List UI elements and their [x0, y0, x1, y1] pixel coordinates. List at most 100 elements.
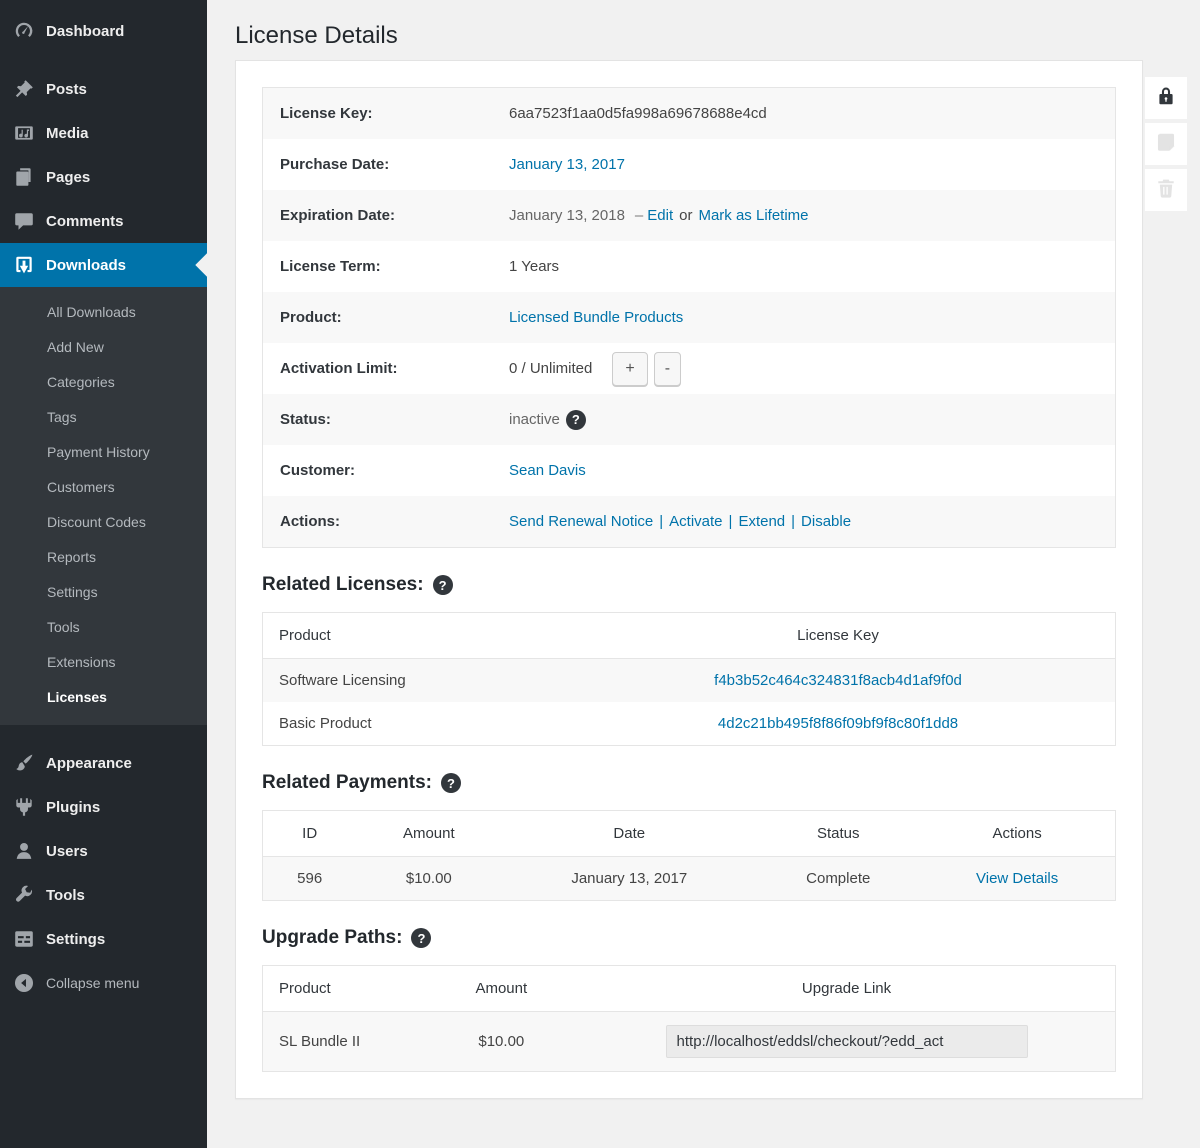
sidebar-item-dashboard[interactable]: Dashboard — [0, 9, 207, 53]
collapse-menu-button[interactable]: Collapse menu — [0, 961, 207, 1005]
related-license-key-link[interactable]: 4d2c21bb495f8f86f09bf9f8c80f1dd8 — [718, 715, 958, 732]
payment-row: 596 $10.00 January 13, 2017 Complete Vie… — [263, 857, 1116, 901]
detail-label: Expiration Date: — [263, 207, 509, 224]
column-header-date: Date — [501, 811, 757, 857]
detail-row-activation-limit: Activation Limit: 0 / Unlimited + - — [263, 343, 1115, 394]
submenu-item-customers[interactable]: Customers — [0, 470, 207, 505]
license-tab[interactable] — [1145, 77, 1187, 119]
upgrade-product-name: SL Bundle II — [263, 1012, 425, 1072]
activation-limit-value: 0 / Unlimited — [509, 360, 592, 377]
pipe-separator: | — [659, 513, 663, 530]
submenu-item-all-downloads[interactable]: All Downloads — [0, 295, 207, 330]
lock-icon — [1155, 85, 1177, 112]
detail-label: Activation Limit: — [263, 360, 509, 377]
license-side-tabs — [1145, 77, 1187, 211]
sidebar-item-tools[interactable]: Tools — [0, 873, 207, 917]
dash-separator: – — [635, 207, 643, 224]
column-header-license-key: License Key — [561, 613, 1115, 659]
related-license-row: Software Licensing f4b3b52c464c324831f8a… — [263, 659, 1116, 703]
help-icon[interactable]: ? — [566, 410, 586, 430]
detail-row-license-term: License Term: 1 Years — [263, 241, 1115, 292]
detail-row-customer: Customer: Sean Davis — [263, 445, 1115, 496]
license-details-card: License Key: 6aa7523f1aa0d5fa998a6967868… — [235, 60, 1143, 1099]
help-icon[interactable]: ? — [433, 575, 453, 595]
view-details-link[interactable]: View Details — [976, 870, 1058, 887]
detail-row-license-key: License Key: 6aa7523f1aa0d5fa998a6967868… — [263, 88, 1115, 139]
activate-link[interactable]: Activate — [669, 513, 722, 530]
sliders-icon — [13, 928, 35, 950]
license-card-wrap: License Key: 6aa7523f1aa0d5fa998a6967868… — [235, 60, 1143, 1099]
sidebar-item-appearance[interactable]: Appearance — [0, 741, 207, 785]
related-payments-heading: Related Payments: ? — [262, 772, 1116, 794]
sidebar-item-pages[interactable]: Pages — [0, 155, 207, 199]
decrease-limit-button[interactable]: - — [654, 352, 681, 386]
mark-as-lifetime-link[interactable]: Mark as Lifetime — [698, 207, 808, 224]
upgrade-amount: $10.00 — [425, 1012, 579, 1072]
help-icon[interactable]: ? — [441, 773, 461, 793]
license-details-table: License Key: 6aa7523f1aa0d5fa998a6967868… — [262, 87, 1116, 548]
detail-row-product: Product: Licensed Bundle Products — [263, 292, 1115, 343]
downloads-submenu: All Downloads Add New Categories Tags Pa… — [0, 287, 207, 725]
column-header-product: Product — [263, 613, 562, 659]
sidebar-item-posts[interactable]: Posts — [0, 67, 207, 111]
product-link[interactable]: Licensed Bundle Products — [509, 309, 683, 326]
logs-tab[interactable] — [1145, 123, 1187, 165]
payment-date: January 13, 2017 — [501, 857, 757, 901]
submenu-item-extensions[interactable]: Extensions — [0, 645, 207, 680]
payment-amount: $10.00 — [356, 857, 501, 901]
detail-label: Product: — [263, 309, 509, 326]
pipe-separator: | — [791, 513, 795, 530]
help-icon[interactable]: ? — [411, 928, 431, 948]
submenu-item-licenses[interactable]: Licenses — [0, 680, 207, 715]
submenu-item-tools[interactable]: Tools — [0, 610, 207, 645]
detail-row-actions: Actions: Send Renewal Notice | Activate … — [263, 496, 1115, 547]
sidebar-item-label: Posts — [46, 81, 87, 98]
sidebar-item-label: Dashboard — [46, 23, 124, 40]
sidebar-item-label: Downloads — [46, 257, 126, 274]
sidebar-item-settings[interactable]: Settings — [0, 917, 207, 961]
sidebar-item-comments[interactable]: Comments — [0, 199, 207, 243]
submenu-item-discount-codes[interactable]: Discount Codes — [0, 505, 207, 540]
send-renewal-notice-link[interactable]: Send Renewal Notice — [509, 513, 653, 530]
related-payments-table: ID Amount Date Status Actions 596 $10.00… — [262, 810, 1116, 901]
column-header-status: Status — [757, 811, 919, 857]
sidebar-item-media[interactable]: Media — [0, 111, 207, 155]
customer-link[interactable]: Sean Davis — [509, 462, 586, 479]
detail-label: Customer: — [263, 462, 509, 479]
increase-limit-button[interactable]: + — [612, 352, 647, 386]
submenu-item-reports[interactable]: Reports — [0, 540, 207, 575]
trash-icon — [1155, 177, 1177, 204]
purchase-date-link[interactable]: January 13, 2017 — [509, 156, 625, 173]
submenu-item-payment-history[interactable]: Payment History — [0, 435, 207, 470]
disable-link[interactable]: Disable — [801, 513, 851, 530]
dashboard-icon — [13, 20, 35, 42]
submenu-item-tags[interactable]: Tags — [0, 400, 207, 435]
sidebar-item-label: Plugins — [46, 799, 100, 816]
book-icon — [1155, 131, 1177, 158]
sidebar-item-label: Users — [46, 843, 88, 860]
sidebar-item-users[interactable]: Users — [0, 829, 207, 873]
column-header-product: Product — [263, 966, 425, 1012]
column-header-amount: Amount — [425, 966, 579, 1012]
comment-icon — [13, 210, 35, 232]
extend-link[interactable]: Extend — [738, 513, 785, 530]
sidebar-item-label: Pages — [46, 169, 90, 186]
related-product-name: Software Licensing — [263, 659, 562, 703]
collapse-arrow-icon — [13, 972, 35, 994]
plug-icon — [13, 796, 35, 818]
detail-row-expiration-date: Expiration Date: January 13, 2018 – Edit… — [263, 190, 1115, 241]
pipe-separator: | — [729, 513, 733, 530]
upgrade-paths-heading: Upgrade Paths: ? — [262, 927, 1116, 949]
submenu-item-settings[interactable]: Settings — [0, 575, 207, 610]
admin-app: Dashboard Posts Media Pages Commen — [0, 0, 1200, 1148]
sidebar-item-downloads[interactable]: Downloads — [0, 243, 207, 287]
related-license-key-link[interactable]: f4b3b52c464c324831f8acb4d1af9f0d — [714, 672, 962, 689]
page-title: License Details — [235, 20, 1200, 51]
upgrade-link-input[interactable] — [666, 1025, 1028, 1058]
detail-label: License Term: — [263, 258, 509, 275]
delete-tab[interactable] — [1145, 169, 1187, 211]
edit-expiration-link[interactable]: Edit — [647, 207, 673, 224]
sidebar-item-plugins[interactable]: Plugins — [0, 785, 207, 829]
submenu-item-categories[interactable]: Categories — [0, 365, 207, 400]
submenu-item-add-new[interactable]: Add New — [0, 330, 207, 365]
